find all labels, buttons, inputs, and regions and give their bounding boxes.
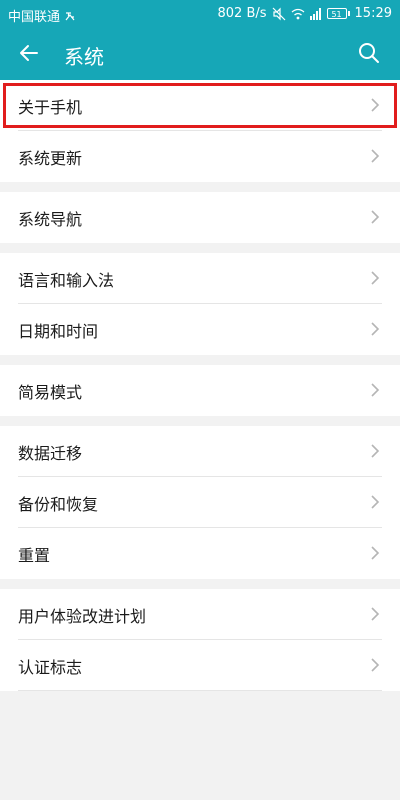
list-item-label: 关于手机 bbox=[18, 97, 83, 117]
list-item-label: 系统更新 bbox=[18, 148, 83, 168]
signal-icon bbox=[309, 7, 322, 20]
search-icon bbox=[357, 41, 381, 69]
list-item-data-migration[interactable]: 数据迁移 bbox=[0, 426, 400, 477]
mute-icon bbox=[272, 7, 286, 21]
chevron-right-icon bbox=[371, 658, 380, 672]
battery-level: 51 bbox=[326, 8, 347, 19]
list-item-label: 备份和恢复 bbox=[18, 494, 99, 514]
battery-icon: 51 bbox=[326, 8, 350, 19]
chevron-right-icon bbox=[371, 271, 380, 285]
group-data: 数据迁移 备份和恢复 重置 bbox=[0, 426, 400, 579]
list-item-system-update[interactable]: 系统更新 bbox=[0, 131, 400, 182]
group-about: 关于手机 系统更新 bbox=[0, 80, 400, 182]
back-arrow-icon bbox=[17, 41, 41, 69]
list-item-certification[interactable]: 认证标志 bbox=[0, 640, 400, 691]
settings-list: 关于手机 系统更新 系统导航 语言和输入法 日期和时间 简易模式 数据迁移 备份… bbox=[0, 80, 400, 691]
list-item-label: 简易模式 bbox=[18, 382, 83, 402]
chevron-right-icon bbox=[371, 322, 380, 336]
list-item-label: 日期和时间 bbox=[18, 321, 99, 341]
chevron-right-icon bbox=[371, 607, 380, 621]
battery-tip bbox=[347, 11, 350, 16]
section-divider bbox=[0, 579, 400, 589]
chevron-right-icon bbox=[371, 149, 380, 163]
list-item-label: 用户体验改进计划 bbox=[18, 606, 147, 626]
back-button[interactable] bbox=[12, 38, 46, 72]
list-item-reset[interactable]: 重置 bbox=[0, 528, 400, 579]
chevron-right-icon bbox=[371, 98, 380, 112]
chevron-right-icon bbox=[371, 210, 380, 224]
clock: 15:29 bbox=[354, 6, 392, 21]
sim-icon bbox=[64, 10, 76, 22]
list-item-label: 重置 bbox=[18, 545, 51, 565]
chevron-right-icon bbox=[371, 444, 380, 458]
section-divider bbox=[0, 182, 400, 192]
list-item-about-phone[interactable]: 关于手机 bbox=[0, 80, 400, 131]
chevron-right-icon bbox=[371, 383, 380, 397]
section-divider bbox=[0, 243, 400, 253]
page-title: 系统 bbox=[64, 45, 104, 69]
chevron-right-icon bbox=[371, 546, 380, 560]
list-item-simple-mode[interactable]: 简易模式 bbox=[0, 365, 400, 416]
network-speed: 802 B/s bbox=[217, 6, 267, 21]
list-item-label: 语言和输入法 bbox=[18, 270, 115, 290]
list-item-user-experience[interactable]: 用户体验改进计划 bbox=[0, 589, 400, 640]
chevron-right-icon bbox=[371, 495, 380, 509]
wifi-icon bbox=[291, 8, 305, 20]
status-bar: 中国联通 802 B/s 51 15:29 bbox=[0, 0, 400, 28]
status-left: 中国联通 bbox=[8, 6, 76, 25]
section-divider bbox=[0, 355, 400, 365]
search-button[interactable] bbox=[352, 38, 386, 72]
list-item-label: 数据迁移 bbox=[18, 443, 83, 463]
list-item-backup-restore[interactable]: 备份和恢复 bbox=[0, 477, 400, 528]
group-navigation: 系统导航 bbox=[0, 192, 400, 243]
section-divider bbox=[0, 416, 400, 426]
carrier-name: 中国联通 bbox=[8, 10, 61, 25]
list-item-date-time[interactable]: 日期和时间 bbox=[0, 304, 400, 355]
list-item-system-navigation[interactable]: 系统导航 bbox=[0, 192, 400, 243]
group-experience: 用户体验改进计划 认证标志 bbox=[0, 589, 400, 691]
list-item-label: 系统导航 bbox=[18, 209, 83, 229]
app-header: 系统 bbox=[0, 28, 400, 80]
list-item-label: 认证标志 bbox=[18, 657, 83, 677]
list-item-language-input[interactable]: 语言和输入法 bbox=[0, 253, 400, 304]
group-simple-mode: 简易模式 bbox=[0, 365, 400, 416]
status-right: 802 B/s 51 15:29 bbox=[218, 6, 393, 21]
group-language-time: 语言和输入法 日期和时间 bbox=[0, 253, 400, 355]
